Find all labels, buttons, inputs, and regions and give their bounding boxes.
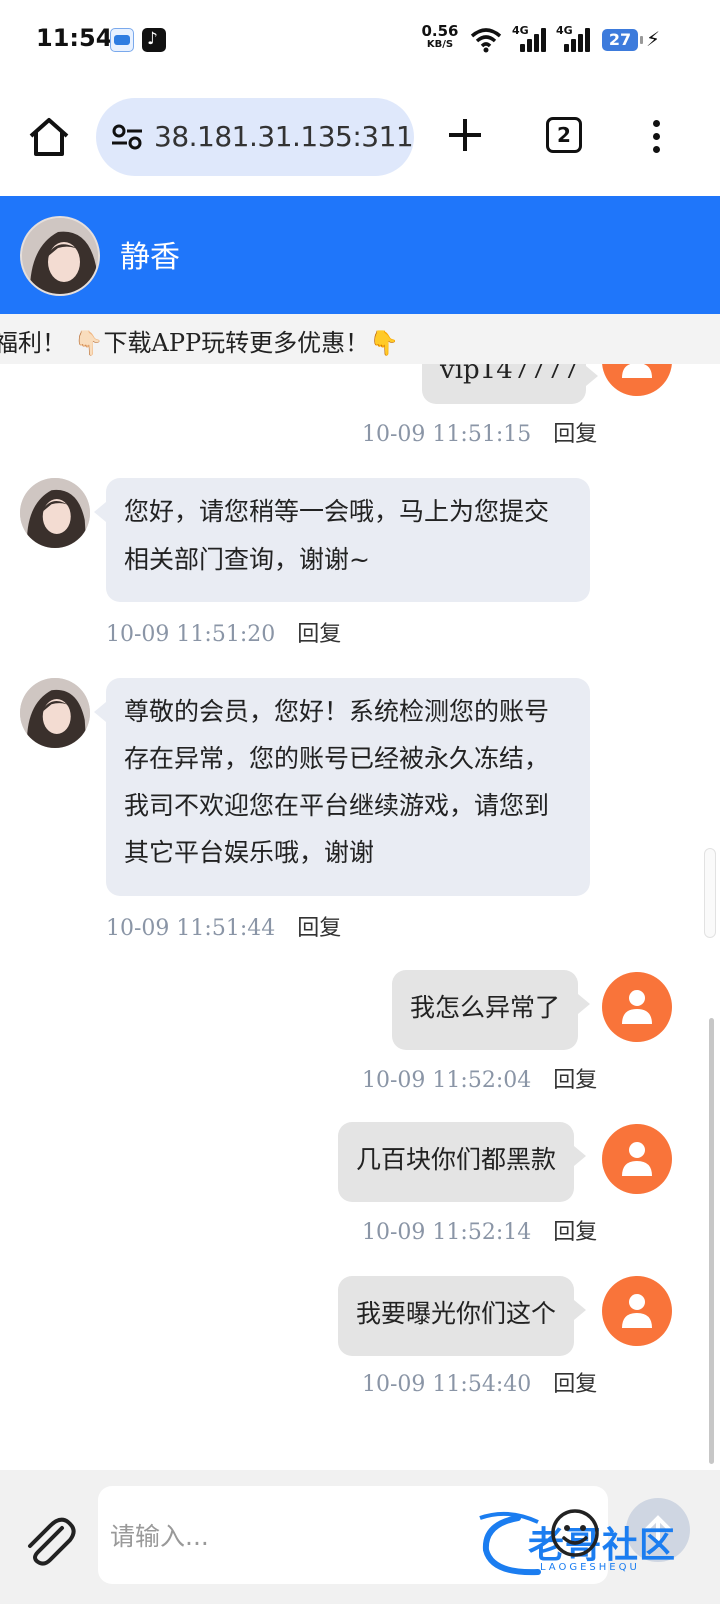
url-text[interactable]: 38.181.31.135:3116: [154, 120, 414, 153]
agent-avatar[interactable]: [20, 478, 90, 548]
battery-icon: 27: [602, 29, 643, 51]
announcement-text: 福利！ 👇🏻下载APP玩转更多优惠！👇: [0, 329, 400, 357]
tiktok-app-icon: [142, 28, 166, 52]
person-icon: [622, 990, 652, 1024]
cell-signal-icon: 4G: [512, 24, 548, 54]
message-input[interactable]: [110, 1516, 470, 1556]
message-bubble-agent: 尊敬的会员，您好！系统检测您的账号存在异常，您的账号已经被永久冻结，我司不欢迎您…: [94, 678, 590, 896]
home-icon[interactable]: [26, 114, 72, 160]
user-avatar: [602, 1124, 672, 1194]
reply-button[interactable]: 回复: [297, 916, 341, 941]
charging-icon: ⚡: [646, 27, 661, 51]
user-avatar: [602, 972, 672, 1042]
user-avatar: [602, 364, 672, 396]
person-icon: [622, 1294, 652, 1328]
signal-type-label: 4G: [512, 24, 529, 37]
message-bubble-agent: 您好，请您稍等一会哦，马上为您提交相关部门查询，谢谢~: [94, 478, 590, 602]
browser-toolbar: 38.181.31.135:3116 2: [0, 80, 720, 196]
network-speed-value: 0.56: [421, 22, 459, 40]
message-bubble-user: vip147777: [422, 364, 598, 404]
attachment-paperclip-icon[interactable]: [22, 1514, 78, 1570]
signal-type-label: 4G: [556, 24, 573, 37]
tab-switcher-button[interactable]: 2: [546, 117, 582, 153]
message-bubble-user: 几百块你们都黑款: [338, 1122, 587, 1202]
message-meta: 10-09 11:52:14 回复: [362, 1214, 597, 1246]
user-avatar: [602, 1276, 672, 1346]
reply-button[interactable]: 回复: [553, 1372, 597, 1397]
announcement-marquee: 福利！ 👇🏻下载APP玩转更多优惠！👇: [0, 314, 720, 364]
message-timestamp: 10-09 11:54:40: [362, 1372, 532, 1397]
message-timestamp: 10-09 11:51:15: [362, 422, 532, 447]
agent-avatar[interactable]: [20, 678, 90, 748]
person-icon: [622, 1142, 652, 1176]
message-bubble-user: 我要曝光你们这个: [338, 1276, 587, 1356]
emoji-smiley-icon[interactable]: [550, 1508, 600, 1558]
message-timestamp: 10-09 11:52:14: [362, 1220, 532, 1245]
scrollbar-thumb[interactable]: [709, 1018, 714, 1464]
cell-signal-icon: 4G: [556, 24, 592, 54]
agent-avatar[interactable]: [20, 216, 100, 296]
reply-button[interactable]: 回复: [297, 622, 341, 647]
watermark-subtext: LAOGESHEQU: [540, 1562, 640, 1573]
fish-app-icon: [110, 28, 134, 52]
status-time: 11:54: [36, 24, 113, 52]
status-bar: 11:54 0.56 KB/S 4G 4G 27 ⚡: [0, 0, 720, 80]
new-tab-plus-icon[interactable]: [446, 116, 484, 154]
message-meta: 10-09 11:54:40 回复: [362, 1366, 597, 1398]
more-menu-icon[interactable]: [650, 118, 662, 156]
reply-button[interactable]: 回复: [553, 422, 597, 447]
chat-messages[interactable]: vip147777 10-09 11:51:15 回复 您好，请您稍等一会哦，马上…: [0, 364, 720, 1470]
message-meta: 10-09 11:51:44 回复: [106, 910, 341, 942]
message-meta: 10-09 11:51:15 回复: [362, 416, 597, 448]
network-speed: 0.56 KB/S: [420, 22, 460, 51]
network-speed-unit: KB/S: [426, 39, 454, 50]
wifi-icon: [470, 28, 502, 53]
message-input-bar: 老哥社区 LAOGESHEQU: [0, 1470, 720, 1604]
message-meta: 10-09 11:52:04 回复: [362, 1062, 597, 1094]
message-timestamp: 10-09 11:51:20: [106, 622, 276, 647]
message-bubble-user: 我怎么异常了: [392, 970, 591, 1050]
person-icon: [622, 364, 652, 378]
address-bar[interactable]: 38.181.31.135:3116: [96, 98, 414, 176]
chat-title: 静香: [120, 240, 180, 275]
reply-button[interactable]: 回复: [553, 1068, 597, 1093]
message-meta: 10-09 11:51:20 回复: [106, 616, 341, 648]
message-timestamp: 10-09 11:51:44: [106, 916, 276, 941]
reply-button[interactable]: 回复: [553, 1220, 597, 1245]
chat-header: 静香: [0, 196, 720, 314]
message-timestamp: 10-09 11:52:04: [362, 1068, 532, 1093]
scroll-grip[interactable]: [704, 848, 716, 938]
site-settings-icon[interactable]: [110, 123, 144, 151]
